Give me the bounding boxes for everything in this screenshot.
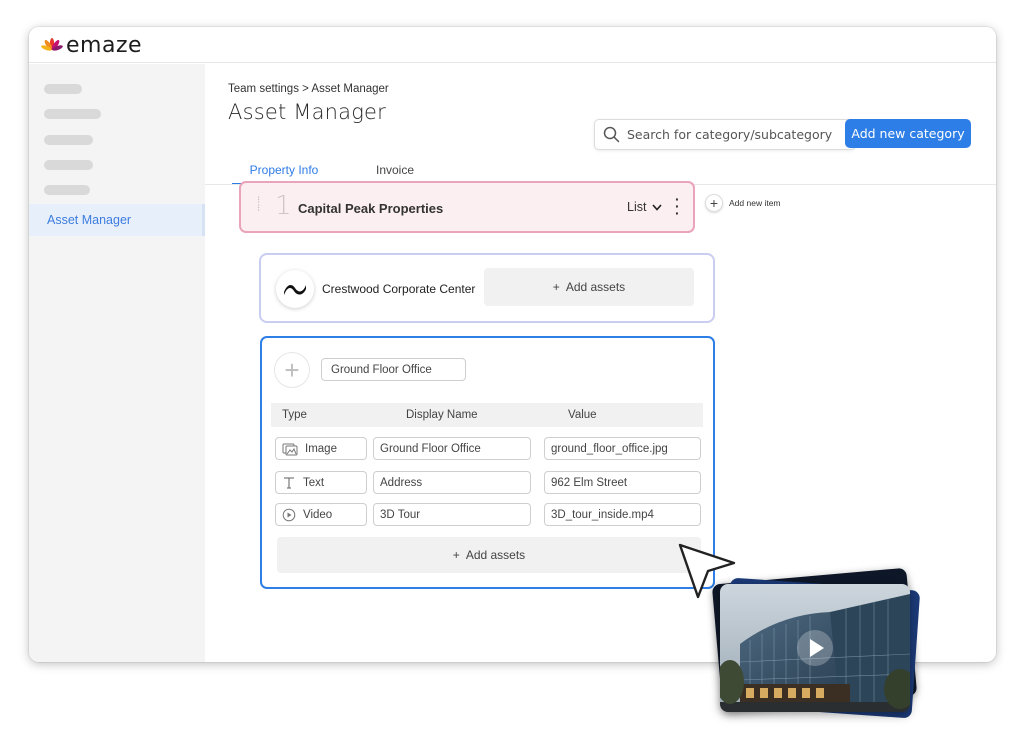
brand-logo[interactable]: emaze	[41, 33, 142, 58]
brand-name: emaze	[66, 33, 143, 58]
table-row: Text Address 962 Elm Street	[275, 471, 705, 494]
subcategory-card[interactable]: Crestwood Corporate Center + Add assets	[259, 253, 715, 323]
asset-table-header: Type Display Name Value	[271, 403, 703, 427]
add-new-category-button[interactable]: Add new category	[845, 119, 971, 148]
sidebar-placeholder-item[interactable]	[44, 109, 101, 119]
plus-icon: +	[552, 280, 560, 294]
column-header-type: Type	[282, 409, 307, 421]
asset-group-card[interactable]: + Ground Floor Office Type Display Name …	[260, 336, 715, 589]
type-select[interactable]: Image	[275, 437, 367, 460]
play-icon[interactable]	[795, 628, 835, 668]
sidebar-placeholder-item[interactable]	[44, 185, 90, 195]
category-number: 1	[275, 191, 292, 221]
add-new-item-button[interactable]: + Add new item	[705, 194, 781, 212]
tab-invoice[interactable]: Invoice	[376, 163, 414, 177]
display-name-field[interactable]: 3D Tour	[373, 503, 531, 526]
add-new-item-label: Add new item	[729, 198, 781, 208]
more-options-icon[interactable]: · · ·	[675, 192, 680, 220]
type-select[interactable]: Video	[275, 503, 367, 526]
category-type-label: List	[627, 200, 647, 214]
type-label: Video	[303, 508, 333, 521]
category-name: Capital Peak Properties	[298, 201, 444, 216]
sidebar-item-asset-manager[interactable]: Asset Manager	[29, 204, 205, 236]
sidebar: Asset Manager	[29, 64, 205, 662]
search-icon	[603, 126, 620, 143]
value-field[interactable]: 962 Elm Street	[544, 471, 701, 494]
subcategory-logo	[276, 270, 314, 308]
text-icon	[284, 476, 294, 489]
video-icon	[282, 508, 296, 521]
column-header-display-name: Display Name	[406, 409, 478, 421]
emaze-logo-icon	[41, 37, 63, 51]
value-field[interactable]: ground_floor_office.jpg	[544, 437, 701, 460]
add-thumbnail-icon[interactable]: +	[274, 352, 310, 388]
sidebar-placeholder-item[interactable]	[44, 84, 82, 94]
asset-group-name-field[interactable]: Ground Floor Office	[321, 358, 466, 381]
chevron-down-icon	[652, 203, 663, 211]
add-assets-label: Add assets	[565, 280, 626, 294]
image-icon	[282, 443, 298, 455]
wave-logo-icon	[284, 284, 306, 295]
add-assets-button[interactable]: + Add assets	[277, 537, 701, 573]
category-card[interactable]: ⁝ ⁝ 1 Capital Peak Properties List · · ·	[239, 181, 695, 233]
plus-icon: +	[452, 548, 460, 562]
app-window: emaze Asset Manager Team settings > Asse…	[29, 27, 996, 662]
table-row: Image Ground Floor Office ground_floor_o…	[275, 437, 705, 460]
type-label: Image	[305, 442, 337, 455]
value-field[interactable]: 3D_tour_inside.mp4	[544, 503, 701, 526]
display-name-field[interactable]: Ground Floor Office	[373, 437, 531, 460]
type-select[interactable]: Text	[275, 471, 367, 494]
search-placeholder: Search for category/subcategory	[627, 127, 833, 142]
type-label: Text	[303, 476, 325, 489]
sidebar-placeholder-item[interactable]	[44, 160, 93, 170]
add-assets-button[interactable]: + Add assets	[484, 268, 694, 306]
add-assets-label: Add assets	[465, 548, 526, 562]
video-preview-stack[interactable]	[711, 567, 922, 724]
sidebar-placeholder-item[interactable]	[44, 135, 93, 145]
plus-icon: +	[705, 194, 723, 212]
breadcrumb[interactable]: Team settings > Asset Manager	[228, 83, 389, 95]
building-video-thumbnail[interactable]	[720, 584, 910, 712]
column-header-value: Value	[568, 409, 597, 421]
page-title: Asset Manager	[228, 100, 386, 124]
drag-handle-icon[interactable]: ⁝ ⁝	[257, 196, 260, 214]
table-row: Video 3D Tour 3D_tour_inside.mp4	[275, 503, 705, 526]
subcategory-name: Crestwood Corporate Center	[322, 282, 476, 296]
display-name-field[interactable]: Address	[373, 471, 531, 494]
category-type-dropdown[interactable]: List	[627, 200, 663, 214]
search-input[interactable]: Search for category/subcategory	[594, 119, 856, 150]
top-bar: emaze	[29, 27, 996, 63]
